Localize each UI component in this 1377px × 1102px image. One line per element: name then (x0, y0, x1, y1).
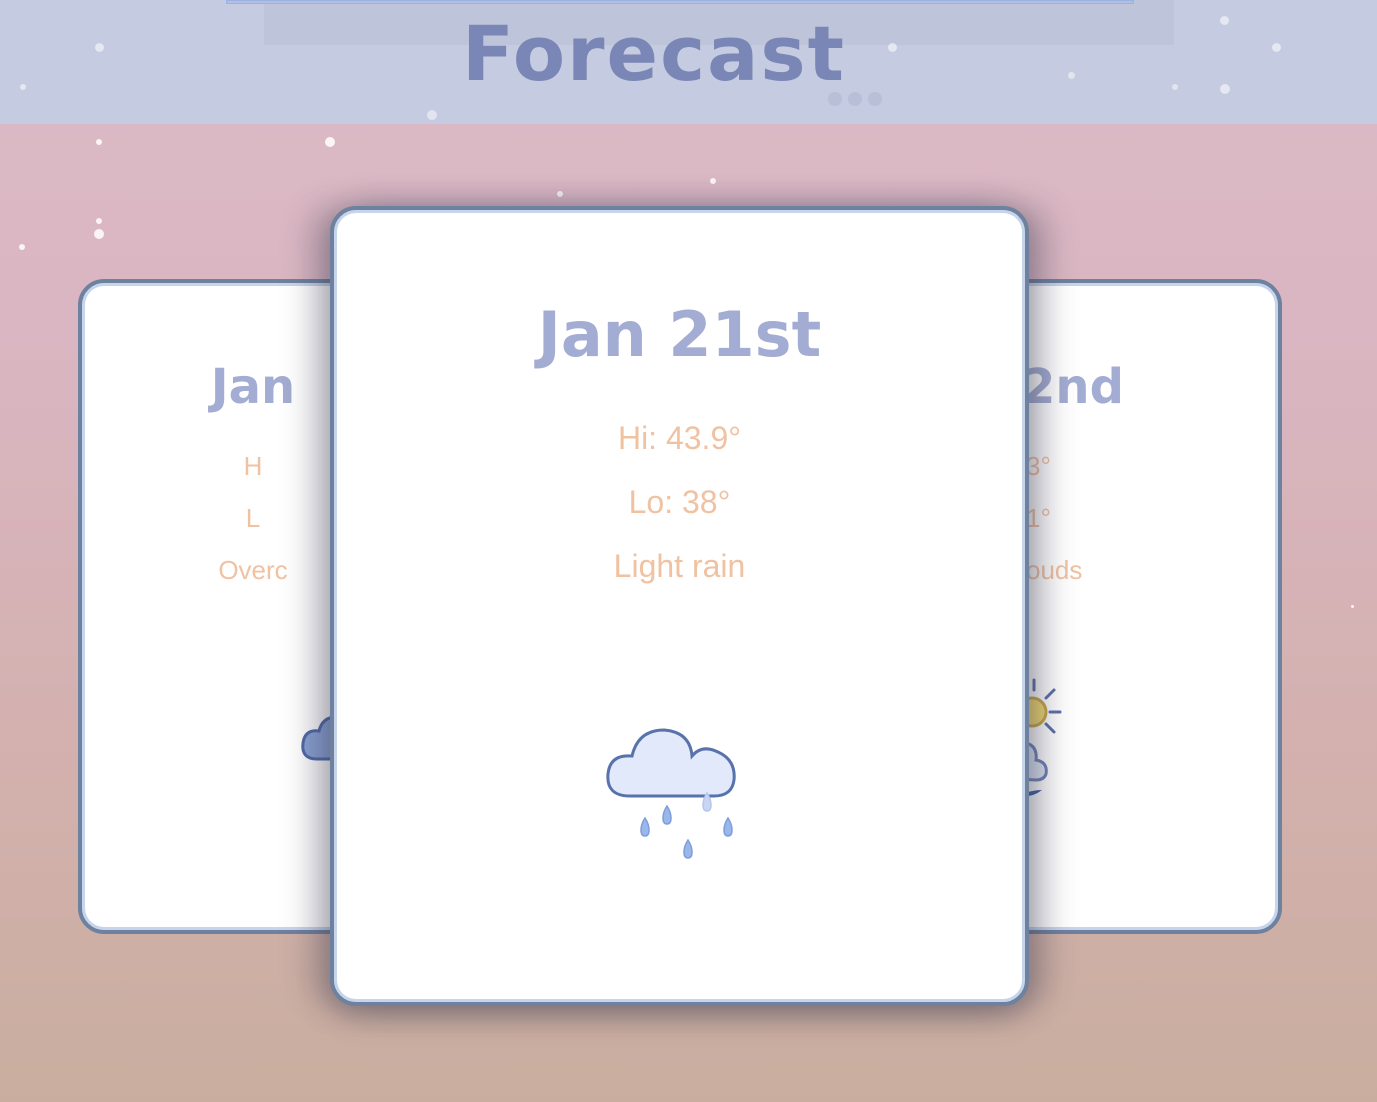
snowflake (557, 191, 563, 197)
snowflake (19, 244, 25, 250)
loading-dot (848, 92, 862, 106)
snowflake (1272, 43, 1281, 52)
header-band: Forecast (0, 0, 1377, 124)
loading-dot (868, 92, 882, 106)
snowflake (325, 137, 335, 147)
card-description: Light rain (613, 548, 746, 584)
snowflake (1220, 84, 1230, 94)
snowflake (94, 229, 104, 239)
snowflake (96, 218, 102, 224)
card-low-temp: Lo: 38° (628, 484, 731, 520)
snowflake (96, 139, 102, 145)
snowflake (888, 43, 897, 52)
header-top-line (226, 0, 1134, 4)
snowflake (427, 110, 437, 120)
page-title: Forecast (462, 9, 846, 98)
snowflake (95, 43, 104, 52)
loading-dots (828, 92, 882, 106)
snowflake (710, 178, 716, 184)
forecast-card-current[interactable]: Jan 21st Hi: 43.9° Lo: 38° Light rain (330, 206, 1029, 1006)
card-high-temp: Hi: 43.9° (617, 420, 742, 456)
snowflake (1172, 84, 1178, 90)
light-rain-icon (600, 700, 750, 874)
snowflake (1220, 16, 1229, 25)
snowflake (20, 84, 26, 90)
loading-dot (828, 92, 842, 106)
card-date: Jan 21st (537, 298, 822, 371)
snowflake (1068, 72, 1075, 79)
snowflake (1351, 605, 1354, 608)
